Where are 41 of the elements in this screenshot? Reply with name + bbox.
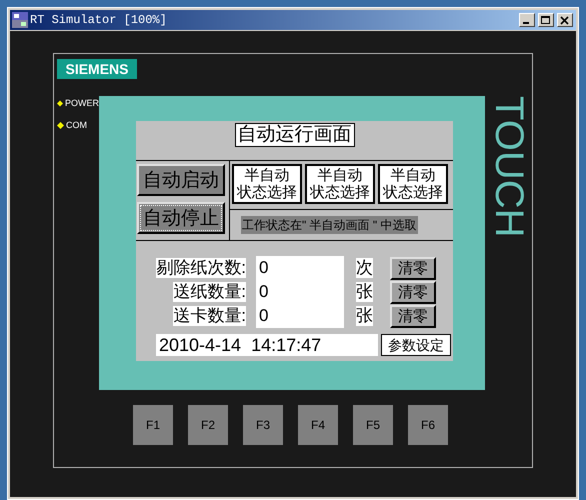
function-key[interactable]: F6 [408,405,448,445]
indicator-icon [57,122,64,129]
counter-value: 0 [256,280,344,304]
indicator-label: POWER [64,97,99,110]
auto-button[interactable]: 自动启动 [137,164,225,196]
counter-value: 0 [256,256,344,280]
counter-value: 0 [256,304,344,328]
function-key[interactable]: F3 [243,405,283,445]
counter-unit: 张 [356,282,373,302]
minimize-icon [523,22,529,24]
brand-logo: SIEMENS [57,59,137,79]
brand-text: TOUCH [489,96,529,236]
settings-button[interactable]: 参数设定 [381,334,451,356]
mode-button[interactable]: 半自动 状态选择 [378,164,448,204]
counter-unit: 张 [356,306,373,326]
auto-button[interactable]: 自动停止 [137,202,225,234]
function-key[interactable]: F2 [188,405,228,445]
counter-label: 送纸数量: [173,282,246,302]
close-button[interactable] [557,13,573,27]
close-icon [560,16,570,24]
screen-title: 自动运行画面 [234,123,354,147]
counter-unit: 次 [356,258,373,278]
reset-button[interactable]: 清零 [390,256,436,280]
minimize-button[interactable] [519,13,535,27]
mode-button[interactable]: 半自动 状态选择 [232,164,302,204]
notice-text: 工作状态在" 半自动画面 " 中选取 [241,216,418,234]
counter-label: 送卡数量: [173,306,246,326]
function-key[interactable]: F1 [133,405,173,445]
maximize-icon [541,16,551,24]
function-key[interactable]: F4 [298,405,338,445]
maximize-button[interactable] [538,13,554,27]
indicator-label: COM [66,118,87,132]
reset-button[interactable]: 清零 [390,280,436,304]
function-key[interactable]: F5 [353,405,393,445]
mode-button[interactable]: 半自动 状态选择 [305,164,375,204]
datetime-display: 2010-4-14 14:17:47 [156,334,378,356]
window-title: RT Simulator [100%] [30,12,168,29]
indicator-icon [57,100,63,108]
app-icon [12,12,28,28]
counter-label: 剔除纸次数: [156,258,246,278]
reset-button[interactable]: 清零 [390,304,436,328]
